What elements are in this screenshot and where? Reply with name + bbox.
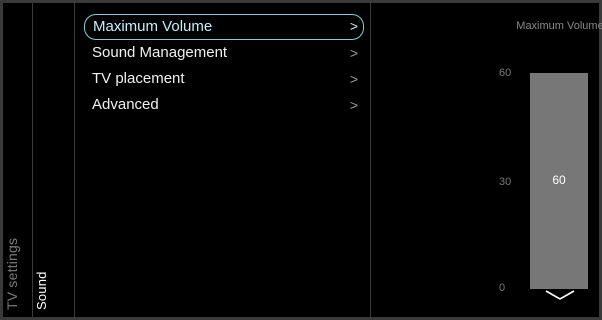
breadcrumb-label: TV settings (4, 237, 20, 310)
slider-tick-min: 0 (499, 282, 506, 294)
breadcrumb-tv-settings[interactable]: TV settings (4, 10, 32, 310)
slider-tick-max: 60 (499, 67, 512, 79)
sound-menu: Maximum Volume > Sound Management > TV p… (84, 14, 364, 118)
menu-item-label: Maximum Volume (93, 18, 213, 35)
chevron-right-icon: > (349, 45, 358, 61)
chevron-right-icon: > (349, 18, 358, 34)
menu-item-label: Sound Management (92, 44, 228, 61)
slider-tick-mid: 30 (499, 176, 512, 188)
divider (370, 3, 371, 317)
menu-item-tv-placement[interactable]: TV placement > (84, 66, 364, 92)
slider-title: Maximum Volume (516, 20, 602, 32)
volume-slider[interactable]: 60 (530, 73, 588, 289)
menu-item-advanced[interactable]: Advanced > (84, 92, 364, 118)
menu-item-label: Advanced (92, 96, 159, 113)
tv-settings-screen: TV settings Sound Maximum Volume > Sound… (0, 0, 602, 320)
chevron-right-icon: > (349, 71, 358, 87)
chevron-right-icon: > (349, 97, 358, 113)
menu-item-sound-management[interactable]: Sound Management > (84, 40, 364, 66)
breadcrumb-label: Sound (34, 271, 49, 310)
divider (32, 3, 33, 317)
breadcrumb-sound[interactable]: Sound (34, 10, 58, 310)
volume-value: 60 (552, 173, 566, 187)
divider (74, 3, 75, 317)
menu-item-maximum-volume[interactable]: Maximum Volume > (84, 14, 364, 40)
menu-item-label: TV placement (92, 70, 185, 87)
chevron-down-icon[interactable] (544, 288, 576, 302)
